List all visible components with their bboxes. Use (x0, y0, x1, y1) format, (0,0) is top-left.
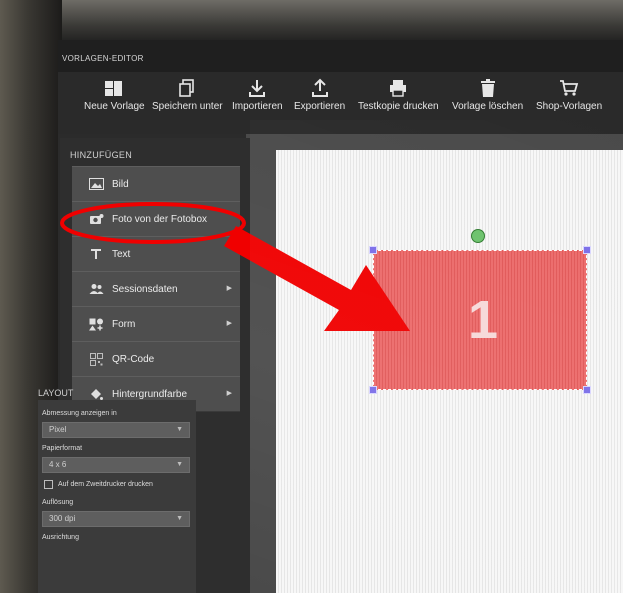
annotation-circle (60, 202, 246, 244)
annotation-overlay (60, 202, 410, 331)
annotation-arrow-icon (224, 226, 410, 331)
